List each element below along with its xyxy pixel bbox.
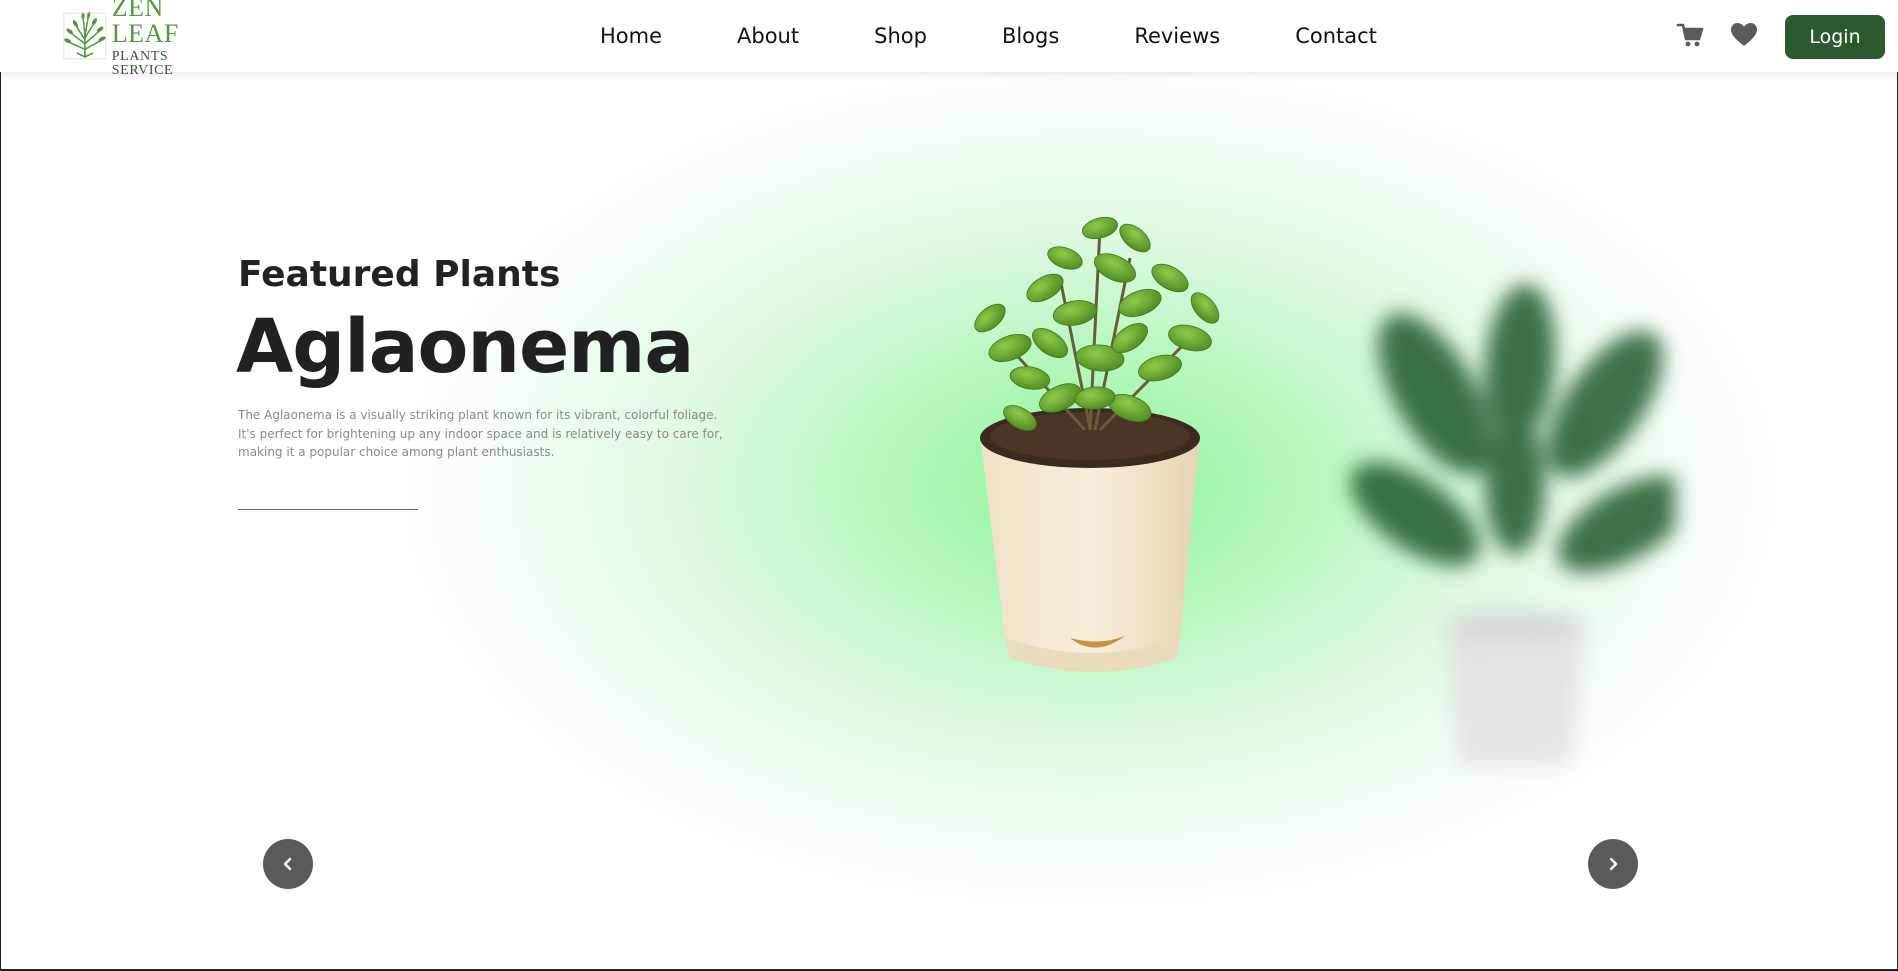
brand-title: ZEN LEAF xyxy=(111,0,179,48)
plant-description: The Aglaonema is a visually striking pla… xyxy=(238,408,723,459)
brand-subtitle: PLANTS SERVICE xyxy=(111,48,174,78)
slider-next-button[interactable] xyxy=(1588,839,1638,889)
hero-eyebrow: Featured Plants xyxy=(238,254,561,295)
navbar: ZEN LEAF PLANTS SERVICE Home About Shop … xyxy=(0,0,1898,77)
cart-icon xyxy=(1676,23,1704,47)
nav-blogs[interactable]: Blogs xyxy=(1002,24,1059,48)
featured-plant-image xyxy=(974,216,1220,672)
slider-prev-button[interactable] xyxy=(263,839,313,889)
nav-home[interactable]: Home xyxy=(600,24,662,48)
brand-logo[interactable]: ZEN LEAF PLANTS SERVICE xyxy=(62,0,232,77)
divider xyxy=(238,509,418,510)
chevron-right-icon xyxy=(1609,857,1618,871)
login-button[interactable]: Login xyxy=(1785,15,1885,59)
nav-reviews[interactable]: Reviews xyxy=(1134,24,1220,48)
hero-slider: Featured Plants Aglaonema The Aglaonema … xyxy=(0,72,1898,900)
heart-icon xyxy=(1731,23,1757,46)
plant-name: Aglaonema xyxy=(236,304,694,390)
wishlist-button[interactable] xyxy=(1730,22,1758,48)
logo-tree-icon xyxy=(63,11,107,60)
chevron-left-icon xyxy=(283,857,292,871)
nav-contact[interactable]: Contact xyxy=(1295,24,1377,48)
background-plant-image xyxy=(1350,284,1675,764)
cart-button[interactable] xyxy=(1676,21,1704,49)
main-nav: Home About Shop Blogs Reviews Contact xyxy=(600,0,1377,72)
nav-shop[interactable]: Shop xyxy=(874,24,927,48)
nav-about[interactable]: About xyxy=(737,24,799,48)
